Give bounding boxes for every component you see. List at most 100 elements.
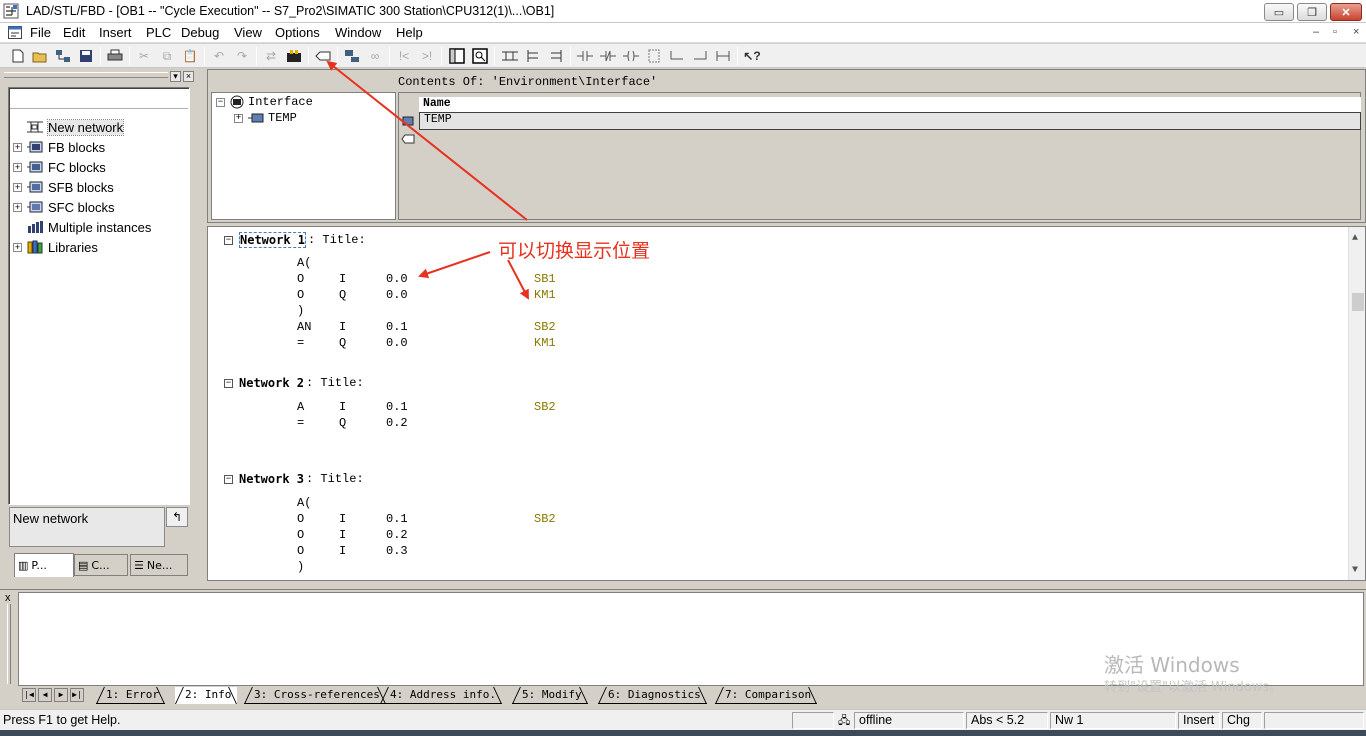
collapse-icon[interactable]: − xyxy=(224,378,233,388)
copy-icon[interactable]: ⧉ xyxy=(158,47,176,65)
tab-networks[interactable]: ☰ Ne... xyxy=(130,554,188,576)
menu-help[interactable]: Help xyxy=(396,25,423,40)
output-tab[interactable]: 6: Diagnostics xyxy=(598,687,707,704)
menu-window[interactable]: Window xyxy=(335,25,381,40)
collapse-icon[interactable]: − xyxy=(216,97,225,107)
nc-contact-icon[interactable] xyxy=(599,47,617,65)
toggle-position-icon[interactable] xyxy=(314,47,332,65)
tab-program-elements[interactable]: ▥ P... xyxy=(14,553,74,577)
collapse-icon[interactable]: − xyxy=(224,474,233,484)
minimize-button[interactable]: ▭ xyxy=(1264,3,1294,21)
catalog-item[interactable]: Multiple instances xyxy=(13,218,151,236)
output-tab[interactable]: 7: Comparison xyxy=(715,687,818,704)
paste-icon[interactable]: 📋 xyxy=(181,47,199,65)
box-icon[interactable] xyxy=(645,47,663,65)
expand-icon[interactable]: + xyxy=(13,202,22,212)
output-close-button[interactable]: x xyxy=(5,592,11,604)
collapse-icon[interactable]: − xyxy=(224,235,233,245)
open-branch-icon[interactable] xyxy=(668,47,686,65)
mdi-close-button[interactable]: × xyxy=(1353,26,1359,38)
panel-close-button[interactable]: × xyxy=(183,71,194,82)
overview-icon[interactable] xyxy=(448,47,466,65)
program-elements-panel: ▾ × New network + FB blocks + FC blocks + SFB … xyxy=(0,69,200,581)
tab-call-structure[interactable]: ▤ C... xyxy=(74,554,128,576)
catalog-item[interactable]: New network xyxy=(13,118,125,136)
scroll-up-icon[interactable]: ▲ xyxy=(1352,233,1358,244)
output-tab[interactable]: 1: Error xyxy=(96,687,165,704)
status-chg: Chg xyxy=(1222,712,1262,729)
mdi-minimize-button[interactable]: – xyxy=(1313,26,1319,38)
menu-debug[interactable]: Debug xyxy=(181,25,219,40)
network-header[interactable]: − Network 1: Title: xyxy=(224,232,366,248)
expand-icon[interactable]: + xyxy=(13,242,22,252)
catalog-info-button[interactable]: ↰ xyxy=(166,507,188,527)
maximize-button[interactable]: ❐ xyxy=(1297,3,1327,21)
close-button[interactable]: ✕ xyxy=(1330,3,1362,21)
expand-icon[interactable]: + xyxy=(13,182,22,192)
open-icon[interactable] xyxy=(31,47,49,65)
connection-icon[interactable] xyxy=(714,47,732,65)
output-grip[interactable] xyxy=(7,604,11,684)
catalog-item[interactable]: + FB blocks xyxy=(13,138,105,156)
menu-edit[interactable]: Edit xyxy=(63,25,85,40)
first-tab-icon[interactable]: |◀ xyxy=(22,688,36,702)
output-tab[interactable]: 4: Address info. xyxy=(380,687,502,704)
catalog-item[interactable]: + Libraries xyxy=(13,238,98,256)
expand-icon[interactable]: + xyxy=(234,113,243,123)
interface-node[interactable]: − Interface xyxy=(216,95,313,109)
menu-options[interactable]: Options xyxy=(275,25,320,40)
catalog-item[interactable]: + FC blocks xyxy=(13,158,106,176)
expand-icon[interactable]: + xyxy=(13,142,22,152)
close-branch-icon[interactable] xyxy=(691,47,709,65)
next-tab-icon[interactable]: ▶ xyxy=(54,688,68,702)
network-icon[interactable] xyxy=(54,47,72,65)
scroll-down-icon[interactable]: ▼ xyxy=(1352,565,1358,576)
catalog-item[interactable]: + SFB blocks xyxy=(13,178,114,196)
detail-icon[interactable] xyxy=(471,47,489,65)
contact-icon[interactable] xyxy=(576,47,594,65)
editor-scrollbar[interactable]: ▲ ▼ xyxy=(1348,227,1365,580)
catalog-item[interactable]: + SFC blocks xyxy=(13,198,114,216)
cut-icon[interactable]: ✂ xyxy=(135,47,153,65)
network-header[interactable]: − Network 3: Title: xyxy=(224,472,364,486)
coil-icon[interactable] xyxy=(622,47,640,65)
output-tab[interactable]: 5: Modify xyxy=(512,687,588,704)
status-extra xyxy=(1264,712,1364,729)
output-tab[interactable]: 3: Cross-references xyxy=(244,687,386,704)
new-network-icon[interactable] xyxy=(501,47,519,65)
new-icon[interactable] xyxy=(9,47,27,65)
stl-editor[interactable]: − Network 1: Title: A(O I 0.0 SB1 O Q 0.0 KM1) AN I… xyxy=(207,226,1366,581)
menu-plc[interactable]: PLC xyxy=(146,25,171,40)
prev-tab-icon[interactable]: ◀ xyxy=(38,688,52,702)
glasses-icon[interactable]: ∞ xyxy=(366,47,384,65)
expand-icon[interactable]: + xyxy=(13,162,22,172)
mdi-restore-button[interactable]: ▫ xyxy=(1333,26,1337,38)
help-icon[interactable]: ↖? xyxy=(743,47,761,65)
menu-insert[interactable]: Insert xyxy=(99,25,132,40)
print-icon[interactable] xyxy=(106,47,124,65)
last-tab-icon[interactable]: ▶| xyxy=(70,688,84,702)
name-column-header[interactable]: Name xyxy=(419,97,1361,113)
break-end-icon[interactable]: >! xyxy=(418,47,436,65)
menu-view[interactable]: View xyxy=(234,25,262,40)
temp-node[interactable]: + TEMP xyxy=(234,111,297,125)
panel-grip[interactable] xyxy=(4,72,168,78)
table-row[interactable]: TEMP xyxy=(419,112,1361,130)
save-icon[interactable] xyxy=(77,47,95,65)
branch-close-icon[interactable] xyxy=(547,47,565,65)
panel-menu-button[interactable]: ▾ xyxy=(170,71,181,82)
download-icon[interactable] xyxy=(285,47,303,65)
stl-address: 0.0 xyxy=(386,336,408,350)
interface-contents: Name TEMP xyxy=(398,92,1361,220)
menu-file[interactable]: File xyxy=(30,25,51,40)
online-icon[interactable]: ⇄ xyxy=(262,47,280,65)
scroll-thumb[interactable] xyxy=(1352,293,1364,311)
monitor-icon[interactable] xyxy=(343,47,361,65)
undo-icon[interactable]: ↶ xyxy=(210,47,228,65)
output-tab[interactable]: 2: Info xyxy=(175,687,238,704)
network-header[interactable]: − Network 2: Title: xyxy=(224,376,364,390)
branch-icon[interactable] xyxy=(524,47,542,65)
annotation-text: 可以切换显示位置 xyxy=(498,240,651,262)
redo-icon[interactable]: ↷ xyxy=(233,47,251,65)
break-icon[interactable]: !< xyxy=(395,47,413,65)
